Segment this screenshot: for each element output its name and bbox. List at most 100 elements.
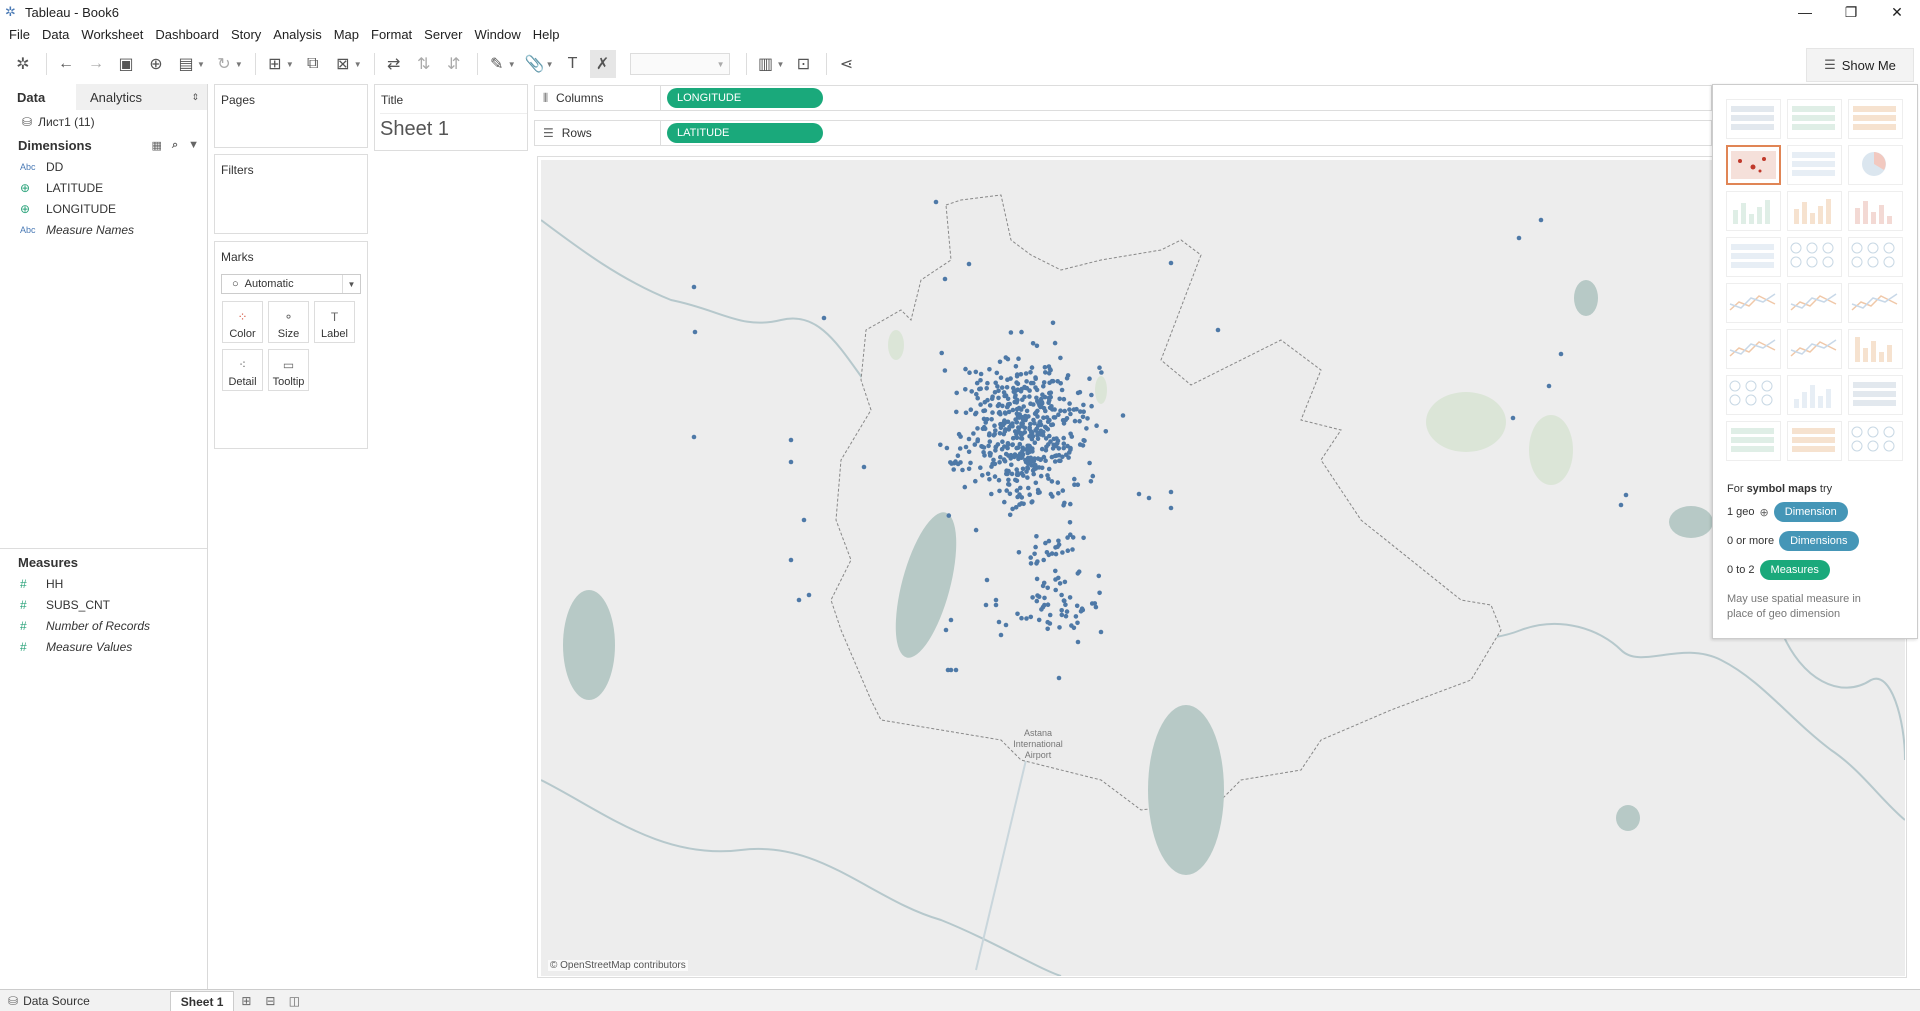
map-point[interactable] xyxy=(987,453,993,458)
sheet-1-tab[interactable]: Sheet 1 xyxy=(169,991,235,1011)
map-point[interactable] xyxy=(1050,407,1055,412)
menu-story[interactable]: Story xyxy=(225,27,267,42)
map-point[interactable] xyxy=(1016,425,1021,430)
map-point[interactable] xyxy=(1023,371,1029,376)
map-point[interactable] xyxy=(1041,580,1047,586)
map-point[interactable] xyxy=(1031,380,1036,386)
map-point[interactable] xyxy=(1062,598,1067,604)
map-point[interactable] xyxy=(943,627,949,633)
map-point[interactable] xyxy=(1097,365,1102,370)
map-point[interactable] xyxy=(1072,476,1077,482)
map-point[interactable] xyxy=(996,477,1002,483)
pane-menu-icon[interactable]: ⇕ xyxy=(191,92,199,103)
map-point[interactable] xyxy=(1043,448,1049,453)
map-point[interactable] xyxy=(1033,480,1039,486)
share-icon[interactable]: ⋖ xyxy=(833,50,859,78)
chart-thumb-heat-map[interactable] xyxy=(1787,99,1842,139)
map-point[interactable] xyxy=(1046,442,1051,447)
map-point[interactable] xyxy=(953,667,959,673)
map-point[interactable] xyxy=(1060,454,1065,460)
field-measure-names[interactable]: Abc Measure Names xyxy=(0,219,207,240)
map-point[interactable] xyxy=(1016,356,1021,361)
map-point[interactable] xyxy=(963,387,968,392)
map-point[interactable] xyxy=(1094,423,1099,429)
map-point[interactable] xyxy=(1059,387,1065,393)
map-point[interactable] xyxy=(1018,388,1023,393)
map-point[interactable] xyxy=(1048,390,1054,395)
menu-server[interactable]: Server xyxy=(418,27,468,42)
chart-thumb-filled-map[interactable] xyxy=(1787,145,1842,185)
map-point[interactable] xyxy=(1013,505,1019,510)
map-point[interactable] xyxy=(1067,595,1073,600)
map-point[interactable] xyxy=(1045,619,1050,625)
map-point[interactable] xyxy=(1053,551,1059,557)
map-point[interactable] xyxy=(1033,544,1038,550)
map-point[interactable] xyxy=(1028,555,1033,560)
map-point[interactable] xyxy=(968,460,973,466)
chart-thumb-packed-bubbles[interactable] xyxy=(1848,421,1903,461)
map-point[interactable] xyxy=(1045,626,1050,632)
map-point[interactable] xyxy=(994,370,1000,376)
chevron-down-icon[interactable]: ▼ xyxy=(354,60,362,69)
map-point[interactable] xyxy=(1077,389,1083,395)
map-point[interactable] xyxy=(1029,430,1034,436)
fit-dropdown[interactable]: ▼ xyxy=(629,53,730,75)
sort-ascending-icon[interactable]: ⇅ xyxy=(411,50,437,78)
map-point[interactable] xyxy=(1623,492,1629,498)
chevron-down-icon[interactable]: ▼ xyxy=(197,60,205,69)
map-point[interactable] xyxy=(1061,435,1066,441)
map-point[interactable] xyxy=(1013,364,1019,369)
map-point[interactable] xyxy=(967,370,972,375)
map-point[interactable] xyxy=(1015,611,1020,617)
refresh-icon[interactable]: ↻ xyxy=(211,50,237,78)
map-view[interactable]: Astana International Airport © OpenStree… xyxy=(537,156,1907,978)
map-point[interactable] xyxy=(1041,405,1047,411)
map-point[interactable] xyxy=(1072,418,1078,424)
map-point[interactable] xyxy=(973,478,978,484)
map-point[interactable] xyxy=(998,632,1004,638)
map-canvas[interactable]: Astana International Airport xyxy=(541,160,1905,976)
map-point[interactable] xyxy=(1067,407,1072,412)
map-point[interactable] xyxy=(978,378,983,383)
map-point[interactable] xyxy=(788,459,794,465)
map-point[interactable] xyxy=(998,425,1004,431)
chevron-down-icon[interactable]: ▼ xyxy=(188,139,199,152)
map-point[interactable] xyxy=(1103,429,1109,434)
map-point[interactable] xyxy=(1080,443,1086,448)
map-point[interactable] xyxy=(1022,425,1028,431)
menu-dashboard[interactable]: Dashboard xyxy=(149,27,225,42)
mark-type-dropdown[interactable]: ○ Automatic ▼ xyxy=(221,274,361,294)
map-point[interactable] xyxy=(1013,477,1018,483)
map-point[interactable] xyxy=(1020,445,1025,451)
map-point[interactable] xyxy=(1009,462,1014,468)
map-point[interactable] xyxy=(993,428,998,433)
chevron-down-icon[interactable]: ▼ xyxy=(508,60,516,69)
map-point[interactable] xyxy=(1043,370,1048,375)
map-point[interactable] xyxy=(1010,435,1016,441)
map-point[interactable] xyxy=(1067,520,1073,525)
map-point[interactable] xyxy=(1006,468,1011,474)
map-point[interactable] xyxy=(997,488,1002,494)
sheet-title[interactable]: Sheet 1 xyxy=(380,113,527,141)
map-point[interactable] xyxy=(998,454,1003,460)
minimize-button[interactable]: — xyxy=(1782,0,1828,24)
map-point[interactable] xyxy=(1060,488,1066,493)
map-point[interactable] xyxy=(1032,411,1038,416)
field-measure-values[interactable]: # Measure Values xyxy=(0,636,207,657)
map-point[interactable] xyxy=(1005,441,1011,446)
map-point[interactable] xyxy=(990,410,995,415)
menu-window[interactable]: Window xyxy=(468,27,526,42)
map-point[interactable] xyxy=(691,434,697,440)
chart-thumb-scatter-plot[interactable] xyxy=(1726,375,1781,415)
map-point[interactable] xyxy=(1039,399,1045,405)
chart-thumb-dual-lines[interactable] xyxy=(1848,283,1903,323)
map-point[interactable] xyxy=(1065,443,1070,449)
size-mark-button[interactable]: ⚬ Size xyxy=(268,301,309,343)
chart-thumb-dual-combination[interactable] xyxy=(1848,329,1903,369)
map-point[interactable] xyxy=(1036,431,1041,437)
label-mark-button[interactable]: T Label xyxy=(314,301,355,343)
map-point[interactable] xyxy=(1040,392,1045,397)
map-point[interactable] xyxy=(1053,587,1058,593)
map-point[interactable] xyxy=(966,449,972,455)
map-point[interactable] xyxy=(1056,491,1061,496)
